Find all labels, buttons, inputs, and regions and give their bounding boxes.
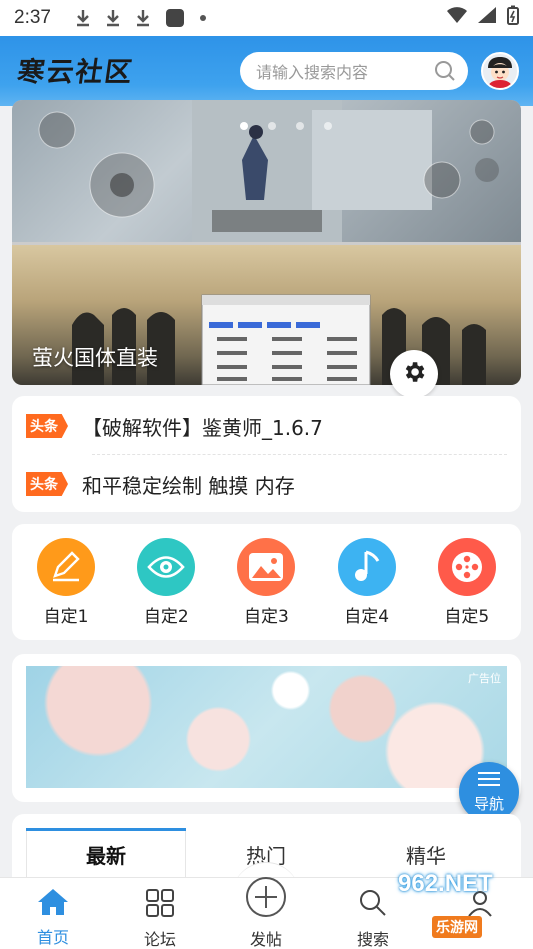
nav-forum[interactable]: 论坛 (120, 888, 200, 949)
active-tab-indicator (26, 828, 186, 831)
download-icon (75, 9, 91, 27)
shortcut-custom-3[interactable]: 自定3 (221, 537, 311, 627)
download-icon (105, 9, 121, 27)
grid-icon (145, 888, 175, 922)
news-item[interactable]: 头条 【破解软件】鉴黄师_1.6.7 (26, 406, 506, 446)
banner-carousel[interactable]: 萤火国体直装 (12, 100, 521, 385)
news-title: 和平稳定绘制 触摸 内存 (82, 473, 295, 498)
menu-icon (477, 771, 501, 791)
carousel-indicators (240, 122, 332, 130)
tab-featured[interactable]: 精华 (346, 840, 506, 869)
shortcut-custom-1[interactable]: 自定1 (21, 537, 111, 627)
banner-title: 萤火国体直装 (32, 346, 158, 370)
ad-banner-image[interactable]: 广告位 (26, 666, 507, 788)
carousel-dot[interactable] (296, 122, 304, 130)
divider (92, 454, 507, 455)
wifi-icon (447, 6, 467, 30)
headline-tag: 头条 (26, 472, 68, 496)
download-icon (135, 9, 151, 27)
shortcut-label: 自定3 (244, 606, 289, 627)
headline-tag: 头条 (26, 414, 68, 438)
app-header: 寒云社区 请输入搜索内容 (0, 36, 533, 106)
battery-icon (507, 5, 519, 31)
carousel-dot[interactable] (240, 122, 248, 130)
nav-search-label: 搜索 (356, 930, 389, 949)
shortcut-label: 自定2 (143, 606, 189, 627)
music-icon (337, 537, 396, 596)
carousel-dot[interactable] (324, 122, 332, 130)
shortcut-label: 自定5 (444, 606, 490, 627)
eye-icon (137, 537, 196, 596)
status-time: 2:37 (14, 7, 51, 28)
nav-forum-label: 论坛 (143, 930, 176, 949)
ad-tag: 广告位 (468, 672, 501, 685)
gear-icon (401, 359, 427, 389)
search-icon[interactable] (434, 60, 456, 86)
navigation-fab-label: 导航 (473, 794, 504, 813)
app-logo: 寒云社区 (15, 57, 136, 88)
nav-post[interactable]: 发帖 (226, 876, 306, 949)
plus-icon (245, 876, 287, 922)
home-icon (37, 888, 69, 920)
tab-latest[interactable]: 最新 (26, 840, 186, 869)
shortcut-label: 自定1 (43, 606, 89, 627)
ad-card: 广告位 (12, 654, 521, 802)
news-item[interactable]: 头条 和平稳定绘制 触摸 内存 (26, 464, 506, 504)
search-placeholder: 请输入搜索内容 (256, 63, 369, 82)
image-icon (237, 537, 296, 596)
nav-home-label: 首页 (36, 928, 69, 947)
nav-post-label: 发帖 (249, 930, 282, 949)
film-icon (437, 537, 496, 596)
search-icon (358, 888, 388, 922)
nav-home[interactable]: 首页 (13, 888, 93, 948)
shortcut-custom-4[interactable]: 自定4 (322, 537, 412, 627)
search-input[interactable]: 请输入搜索内容 (240, 52, 468, 90)
user-avatar[interactable] (481, 52, 519, 90)
shortcut-label: 自定4 (344, 606, 390, 627)
news-title: 【破解软件】鉴黄师_1.6.7 (82, 415, 323, 440)
signal-icon (477, 6, 497, 30)
settings-button[interactable] (390, 350, 438, 398)
watermark-subtext: 乐游网 (432, 916, 482, 938)
edit-icon (37, 537, 96, 596)
shortcut-custom-2[interactable]: 自定2 (121, 537, 211, 627)
headline-news: 头条 【破解软件】鉴黄师_1.6.7 头条 和平稳定绘制 触摸 内存 (12, 396, 521, 512)
status-bar: 2:37 (0, 0, 533, 36)
watermark-text: 962.NET (398, 870, 493, 897)
navigation-fab[interactable]: 导航 (459, 762, 519, 822)
more-dot-icon (199, 14, 207, 22)
carousel-dot[interactable] (268, 122, 276, 130)
shortcut-grid: 自定1 自定2 自定3 自定4 自定5 (12, 524, 521, 640)
app-notification-icon (165, 8, 185, 28)
watermark-logo: 962.NET 乐游网 (398, 870, 528, 944)
shortcut-custom-5[interactable]: 自定5 (422, 537, 512, 627)
